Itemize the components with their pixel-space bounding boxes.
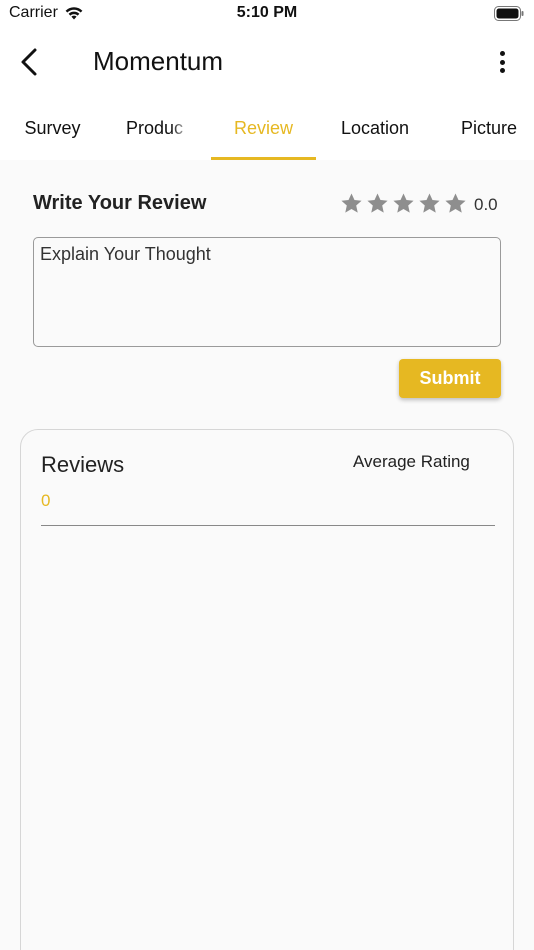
star-rating[interactable] bbox=[340, 192, 467, 215]
tab-fade bbox=[171, 112, 191, 144]
tab-survey[interactable]: Survey bbox=[0, 96, 105, 160]
star-icon[interactable] bbox=[444, 192, 467, 215]
reviews-card: Reviews Average Rating 0 bbox=[20, 429, 514, 950]
more-options-button[interactable] bbox=[488, 48, 516, 76]
star-icon[interactable] bbox=[366, 192, 389, 215]
tab-products[interactable]: Produc bbox=[105, 96, 211, 160]
more-vertical-icon-dot bbox=[499, 68, 505, 73]
tab-picture[interactable]: Picture bbox=[434, 96, 534, 160]
status-bar: Carrier 5:10 PM bbox=[0, 0, 534, 30]
star-icon[interactable] bbox=[418, 192, 441, 215]
more-vertical-icon-dot bbox=[499, 59, 505, 65]
more-vertical-icon bbox=[499, 51, 505, 56]
divider bbox=[41, 525, 495, 526]
app-bar: Momentum bbox=[0, 30, 534, 96]
chevron-left-icon bbox=[21, 48, 37, 76]
review-input[interactable] bbox=[33, 237, 501, 347]
tab-review[interactable]: Review bbox=[211, 96, 316, 160]
rating-value: 0.0 bbox=[474, 195, 498, 214]
write-review-title: Write Your Review bbox=[33, 192, 207, 214]
submit-button[interactable]: Submit bbox=[399, 359, 501, 398]
average-rating-label: Average Rating bbox=[353, 452, 470, 471]
page-title: Momentum bbox=[93, 46, 224, 76]
reviews-count: 0 bbox=[41, 491, 51, 510]
battery-icon bbox=[494, 6, 524, 21]
tab-indicator bbox=[211, 157, 316, 160]
back-button[interactable] bbox=[14, 46, 46, 78]
tab-bar: Survey Produc Review Location Picture bbox=[0, 96, 534, 160]
reviews-title: Reviews bbox=[41, 452, 125, 477]
star-icon[interactable] bbox=[392, 192, 415, 215]
status-time: 5:10 PM bbox=[236, 4, 298, 21]
tab-location[interactable]: Location bbox=[316, 96, 434, 160]
star-icon[interactable] bbox=[340, 192, 363, 215]
screen: Carrier 5:10 PM Momentum Survey Produc R… bbox=[0, 0, 534, 950]
